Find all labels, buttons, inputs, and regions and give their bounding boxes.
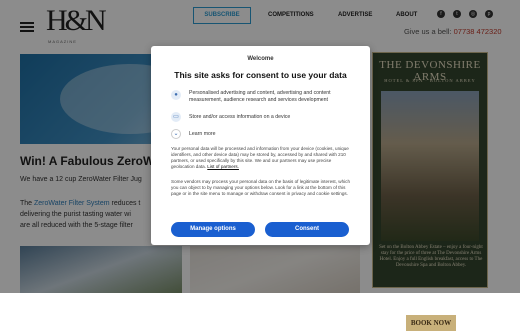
- consent-item-personalised: ● Personalised advertising and content, …: [171, 90, 351, 110]
- consent-item-text: Personalised advertising and content, ad…: [189, 90, 331, 103]
- list-of-partners-link[interactable]: List of partners.: [207, 164, 239, 169]
- consent-body-text: Your personal data will be processed and…: [171, 146, 349, 169]
- consent-body-2: Some vendors may process your personal d…: [171, 179, 350, 196]
- learn-more-toggle[interactable]: ⌄ Learn more: [171, 129, 351, 141]
- chevron-down-icon: ⌄: [171, 129, 181, 139]
- device-icon: ▭: [171, 112, 181, 122]
- dialog-welcome: Welcome: [247, 56, 274, 62]
- manage-options-button[interactable]: Manage options: [171, 222, 255, 237]
- book-now-button[interactable]: BOOK NOW: [406, 315, 456, 331]
- consent-body-1: Your personal data will be processed and…: [171, 146, 351, 170]
- person-icon: ●: [171, 90, 181, 100]
- dialog-heading: This site asks for consent to use your d…: [174, 70, 347, 80]
- consent-item-storage: ▭ Store and/or access information on a d…: [171, 112, 351, 124]
- consent-button[interactable]: Consent: [265, 222, 349, 237]
- consent-item-text: Store and/or access information on a dev…: [189, 114, 291, 120]
- consent-dialog: Welcome This site asks for consent to us…: [151, 46, 370, 245]
- learn-more-label: Learn more: [189, 131, 216, 137]
